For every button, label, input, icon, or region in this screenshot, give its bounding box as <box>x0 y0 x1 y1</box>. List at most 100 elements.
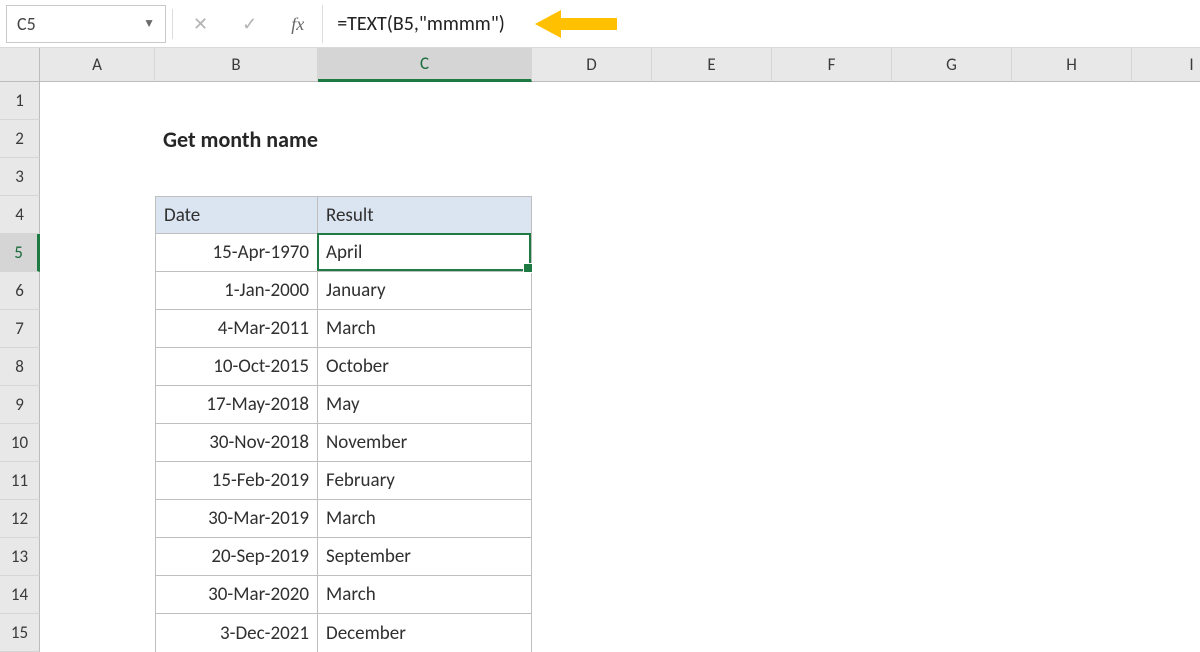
result-cell[interactable]: January <box>318 272 532 310</box>
cell-H12[interactable] <box>1012 500 1132 538</box>
result-cell[interactable]: October <box>318 348 532 386</box>
cell-B1[interactable] <box>155 82 318 120</box>
cell-A12[interactable] <box>40 500 155 538</box>
cell-C2[interactable] <box>318 120 532 158</box>
column-header-C[interactable]: C <box>318 48 532 82</box>
row-header-3[interactable]: 3 <box>0 158 40 196</box>
cell-I1[interactable] <box>1132 82 1200 120</box>
row-header-13[interactable]: 13 <box>0 538 40 576</box>
cell-G3[interactable] <box>892 158 1012 196</box>
cell-G2[interactable] <box>892 120 1012 158</box>
cell-H3[interactable] <box>1012 158 1132 196</box>
cell-G15[interactable] <box>892 614 1012 652</box>
cell-G5[interactable] <box>892 234 1012 272</box>
row-header-2[interactable]: 2 <box>0 120 40 158</box>
cell-F1[interactable] <box>772 82 892 120</box>
cell-D3[interactable] <box>532 158 652 196</box>
cell-G1[interactable] <box>892 82 1012 120</box>
cell-A4[interactable] <box>40 196 155 234</box>
result-cell[interactable]: March <box>318 500 532 538</box>
cell-I3[interactable] <box>1132 158 1200 196</box>
cell-F2[interactable] <box>772 120 892 158</box>
cell-I14[interactable] <box>1132 576 1200 614</box>
cell-H5[interactable] <box>1012 234 1132 272</box>
cell-A2[interactable] <box>40 120 155 158</box>
cell-I15[interactable] <box>1132 614 1200 652</box>
result-cell[interactable]: April <box>318 234 532 272</box>
cell-F6[interactable] <box>772 272 892 310</box>
cell-D15[interactable] <box>532 614 652 652</box>
cell-E6[interactable] <box>652 272 772 310</box>
result-cell[interactable]: December <box>318 614 532 652</box>
cell-A6[interactable] <box>40 272 155 310</box>
cell-G14[interactable] <box>892 576 1012 614</box>
row-header-14[interactable]: 14 <box>0 576 40 614</box>
cell-A11[interactable] <box>40 462 155 500</box>
cell-C1[interactable] <box>318 82 532 120</box>
select-all-corner[interactable] <box>0 48 40 82</box>
row-header-8[interactable]: 8 <box>0 348 40 386</box>
row-header-10[interactable]: 10 <box>0 424 40 462</box>
cell-D12[interactable] <box>532 500 652 538</box>
cell-D9[interactable] <box>532 386 652 424</box>
cell-B3[interactable] <box>155 158 318 196</box>
cell-E10[interactable] <box>652 424 772 462</box>
column-header-B[interactable]: B <box>155 48 318 82</box>
cell-F7[interactable] <box>772 310 892 348</box>
cell-G9[interactable] <box>892 386 1012 424</box>
cancel-icon[interactable]: ✕ <box>193 15 208 33</box>
column-header-F[interactable]: F <box>772 48 892 82</box>
spreadsheet-grid[interactable]: ABCDEFGHI12Get month name from date34Dat… <box>0 48 1200 652</box>
row-header-6[interactable]: 6 <box>0 272 40 310</box>
title-cell[interactable]: Get month name from date <box>155 120 318 158</box>
cell-F9[interactable] <box>772 386 892 424</box>
cell-I6[interactable] <box>1132 272 1200 310</box>
fx-icon[interactable]: fx <box>291 15 304 33</box>
cell-D1[interactable] <box>532 82 652 120</box>
cell-C3[interactable] <box>318 158 532 196</box>
name-box[interactable]: C5 ▼ <box>6 5 166 43</box>
cell-H6[interactable] <box>1012 272 1132 310</box>
column-header-I[interactable]: I <box>1132 48 1200 82</box>
cell-A13[interactable] <box>40 538 155 576</box>
cell-D10[interactable] <box>532 424 652 462</box>
column-header-H[interactable]: H <box>1012 48 1132 82</box>
cell-F10[interactable] <box>772 424 892 462</box>
table-header-date[interactable]: Date <box>155 196 318 234</box>
cell-F3[interactable] <box>772 158 892 196</box>
cell-E3[interactable] <box>652 158 772 196</box>
cell-H13[interactable] <box>1012 538 1132 576</box>
date-cell[interactable]: 10-Oct-2015 <box>155 348 318 386</box>
cell-A14[interactable] <box>40 576 155 614</box>
cell-D14[interactable] <box>532 576 652 614</box>
cell-A10[interactable] <box>40 424 155 462</box>
date-cell[interactable]: 4-Mar-2011 <box>155 310 318 348</box>
cell-D7[interactable] <box>532 310 652 348</box>
cell-D11[interactable] <box>532 462 652 500</box>
cell-I11[interactable] <box>1132 462 1200 500</box>
date-cell[interactable]: 3-Dec-2021 <box>155 614 318 652</box>
cell-F5[interactable] <box>772 234 892 272</box>
cell-E7[interactable] <box>652 310 772 348</box>
date-cell[interactable]: 30-Mar-2019 <box>155 500 318 538</box>
cell-G8[interactable] <box>892 348 1012 386</box>
cell-A3[interactable] <box>40 158 155 196</box>
cell-H4[interactable] <box>1012 196 1132 234</box>
cell-E12[interactable] <box>652 500 772 538</box>
cell-E1[interactable] <box>652 82 772 120</box>
cell-G11[interactable] <box>892 462 1012 500</box>
cell-I4[interactable] <box>1132 196 1200 234</box>
formula-input[interactable]: =TEXT(B5,"mmmm") <box>322 5 1194 43</box>
cell-I5[interactable] <box>1132 234 1200 272</box>
date-cell[interactable]: 17-May-2018 <box>155 386 318 424</box>
row-header-7[interactable]: 7 <box>0 310 40 348</box>
cell-I12[interactable] <box>1132 500 1200 538</box>
date-cell[interactable]: 30-Nov-2018 <box>155 424 318 462</box>
column-header-A[interactable]: A <box>40 48 155 82</box>
cell-H10[interactable] <box>1012 424 1132 462</box>
cell-D6[interactable] <box>532 272 652 310</box>
cell-I2[interactable] <box>1132 120 1200 158</box>
cell-E15[interactable] <box>652 614 772 652</box>
result-cell[interactable]: February <box>318 462 532 500</box>
cell-E5[interactable] <box>652 234 772 272</box>
